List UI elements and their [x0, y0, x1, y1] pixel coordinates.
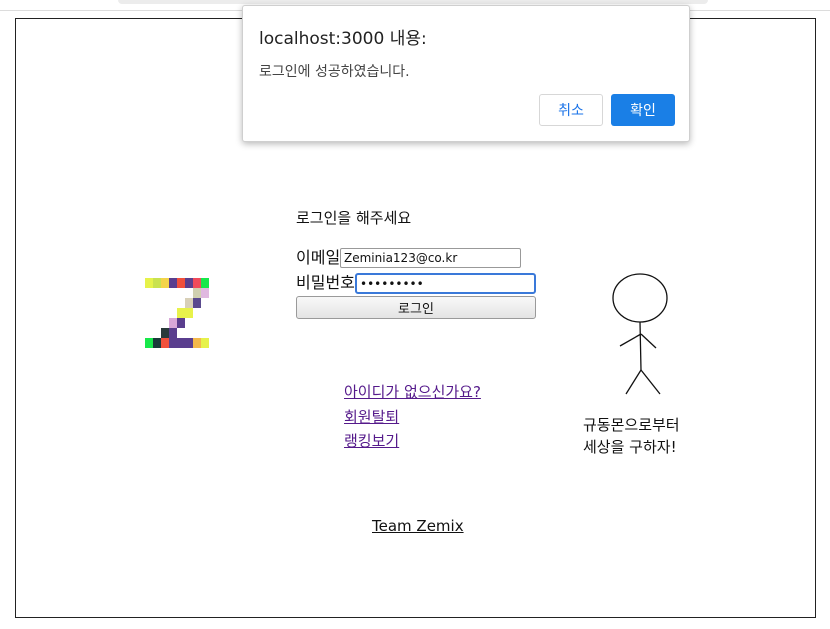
password-label: 비밀번호 — [296, 273, 355, 292]
cancel-button[interactable]: 취소 — [539, 94, 603, 126]
address-bar-edge — [118, 0, 708, 4]
withdraw-link[interactable]: 회원탈퇴 — [344, 407, 399, 427]
slogan-line-1: 규동몬으로부터 — [583, 416, 680, 434]
email-label: 이메일 — [296, 248, 341, 267]
password-input[interactable] — [355, 273, 536, 294]
team-credit[interactable]: Team Zemix — [372, 517, 464, 535]
ranking-link[interactable]: 랭킹보기 — [344, 431, 399, 451]
slogan: 규동몬으로부터 세상을 구하자! — [583, 414, 680, 458]
login-heading: 로그인을 해주세요 — [296, 209, 412, 227]
alert-dialog: localhost:3000 내용: 로그인에 성공하였습니다. 취소 확인 — [242, 5, 690, 142]
slogan-line-2: 세상을 구하자! — [583, 438, 677, 456]
signup-link[interactable]: 아이디가 없으신가요? — [344, 382, 481, 402]
dialog-title: localhost:3000 내용: — [259, 29, 427, 49]
dialog-message: 로그인에 성공하였습니다. — [259, 64, 410, 80]
ok-button[interactable]: 확인 — [611, 94, 675, 126]
stickman-drawing — [612, 273, 668, 395]
zemix-pixel-logo — [145, 278, 217, 350]
login-button[interactable]: 로그인 — [296, 296, 536, 319]
email-input[interactable] — [340, 248, 521, 268]
